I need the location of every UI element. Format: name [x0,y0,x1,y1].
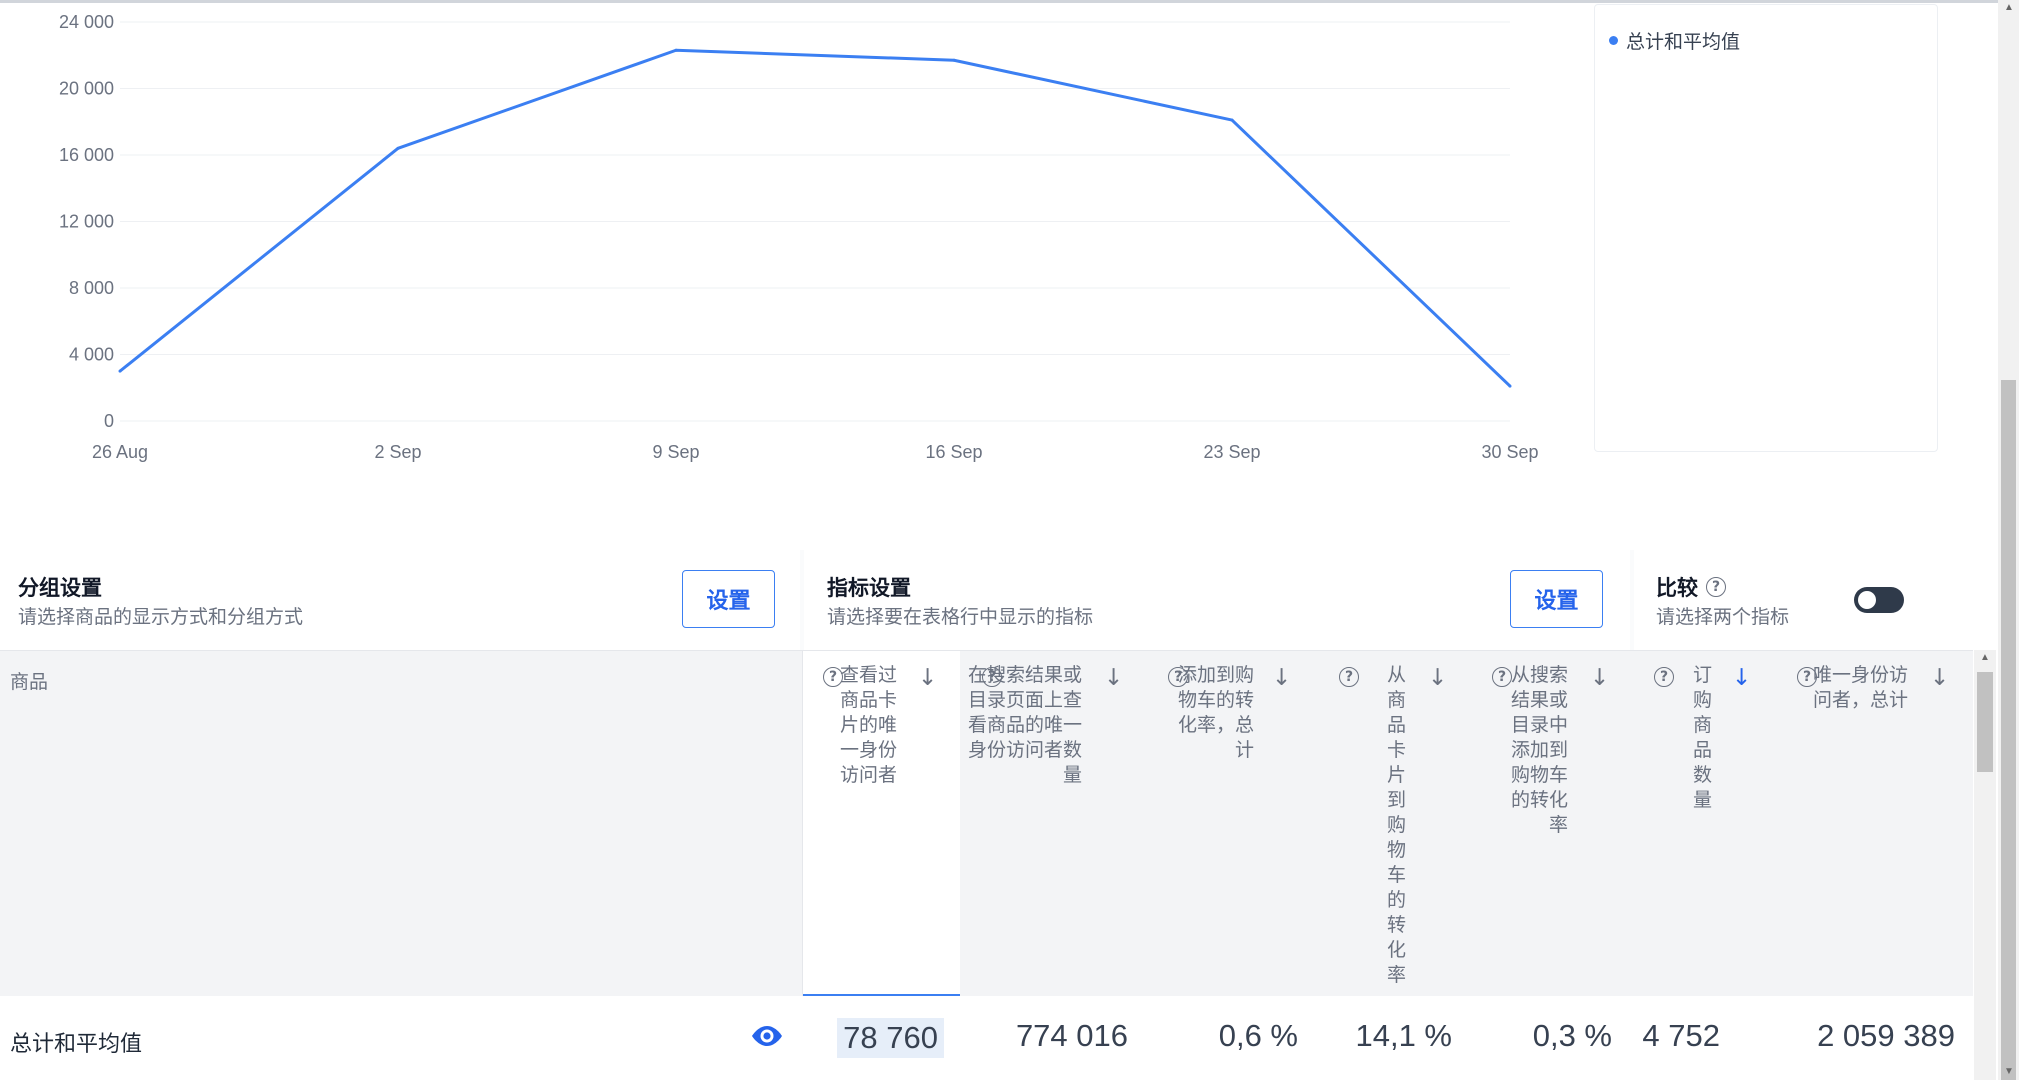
metric-column-header[interactable]: ? 在搜索结果或目录页面上查看商品的唯一身份访问者数量 ↓ [960,651,1146,997]
metrics-settings: 指标设置 请选择要在表格行中显示的指标 设置 [804,550,1630,650]
compare-title: 比较 [1656,577,1698,600]
metric-column-label: 添加到购物车的转化率，总计 [1177,665,1254,761]
grouping-title: 分组设置 [18,577,102,600]
x-tick-label: 26 Aug [92,442,148,462]
x-axis-ticks: 26 Aug 2 Sep 9 Sep 16 Sep 23 Sep 30 Sep [92,442,1539,462]
page-scroll-up-icon[interactable]: ▲ [2004,2,2014,13]
product-column-header[interactable]: 商品 [10,667,48,694]
total-value-cell: 2 059 389 [1817,1018,1955,1053]
data-point [1508,384,1512,388]
total-value-cell: 78 760 [837,1018,944,1058]
sort-arrow-icon[interactable]: ↓ [1930,665,1949,691]
total-value-cell: 14,1 % [1355,1018,1452,1053]
metric-column-header[interactable]: ? 订购商品数量 ↓ [1628,651,1768,997]
y-tick-label: 24 000 [59,12,114,32]
total-row: 总计和平均值 78 760 774 016 0,6 % 14,1 % 0,3 % 4 75… [0,996,1973,1080]
compare-toggle[interactable] [1854,587,1904,613]
data-point [118,369,122,373]
x-tick-label: 30 Sep [1481,442,1538,462]
metrics-title: 指标设置 [827,577,911,600]
page-scroll-thumb[interactable] [2001,380,2016,1080]
sort-arrow-icon[interactable]: ↓ [918,665,937,691]
metric-column-label: 在搜索结果或目录页面上查看商品的唯一身份访问者数量 [967,665,1082,786]
sort-arrow-icon[interactable]: ↓ [1104,665,1123,691]
line-chart: 24 000 20 000 16 000 12 000 8 000 4 000 0 26 A… [59,12,1539,462]
metrics-subtitle: 请选择要在表格行中显示的指标 [827,607,1094,628]
sort-arrow-icon[interactable]: ↓ [1590,665,1609,691]
y-tick-label: 12 000 [59,212,114,232]
metric-column-label: 唯一身份访问者，总计 [1812,665,1908,711]
compare-title-wrap: 比较 ? [1656,572,1726,602]
metric-column-label: 从搜索结果或目录中添加到购物车的转化率 [1510,665,1568,836]
chart-grid [120,21,1510,422]
eye-icon[interactable] [750,1024,784,1048]
legend-panel: 总计和平均值 [1594,4,1938,452]
chart-series [118,48,1512,388]
grouping-subtitle: 请选择商品的显示方式和分组方式 [18,607,304,628]
total-value-cell: 4 752 [1642,1018,1720,1053]
data-point [952,58,956,62]
total-value-cell: 0,6 % [1218,1018,1298,1053]
series-line [119,48,1512,388]
total-row-label: 总计和平均值 [10,1031,143,1056]
sort-arrow-icon[interactable]: ↓ [1428,665,1447,691]
scroll-up-icon[interactable]: ▲ [1980,652,1990,663]
table-scrollbar[interactable]: ▲ [1974,650,1996,1080]
page-scroll-down-icon[interactable]: ▼ [2004,1066,2014,1077]
metric-column-header[interactable]: ? 添加到购物车的转化率，总计 ↓ [1146,651,1316,997]
total-value-cell: 0,3 % [1532,1018,1612,1053]
help-icon[interactable]: ? [1706,577,1726,597]
grouping-settings: 分组设置 请选择商品的显示方式和分组方式 设置 [0,550,800,650]
settings-row: 分组设置 请选择商品的显示方式和分组方式 设置 指标设置 请选择要在表格行中显示… [0,550,1990,650]
table-scroll-thumb[interactable] [1977,672,1993,772]
y-tick-label: 0 [104,411,114,431]
legend-item[interactable]: 总计和平均值 [1609,27,1740,54]
total-value-cell: 774 016 [1015,1018,1128,1053]
data-point [396,146,400,150]
data-point [674,48,678,52]
y-tick-label: 8 000 [69,278,114,298]
metric-column-header[interactable]: ? 从搜索结果或目录中添加到购物车的转化率 ↓ [1468,651,1628,997]
compare-subtitle: 请选择两个指标 [1656,607,1790,628]
y-tick-label: 4 000 [69,345,114,365]
metric-column-label: 查看过商品卡片的唯一身份访问者 [839,665,897,786]
x-tick-label: 9 Sep [652,442,699,462]
page-scrollbar[interactable]: ▲ ▼ [1998,0,2019,1080]
legend-label: 总计和平均值 [1626,32,1741,53]
data-point [1230,118,1234,122]
x-tick-label: 16 Sep [925,442,982,462]
x-tick-label: 23 Sep [1203,442,1260,462]
legend-dot-icon [1609,36,1618,45]
y-tick-label: 20 000 [59,79,114,99]
metric-column-label: 从商品卡片到购物车的转化率 [1386,665,1406,986]
sort-arrow-icon[interactable]: ↓ [1272,665,1291,691]
toggle-knob [1858,591,1876,609]
y-axis-ticks: 24 000 20 000 16 000 12 000 8 000 4 000 0 [59,12,114,431]
table-header: 商品 ? 查看过商品卡片的唯一身份访问者 ↓? 在搜索结果或目录页面上查看商品的唯一身… [0,650,1973,997]
metric-column-header[interactable]: ? 唯一身份访问者，总计 ↓ [1768,651,1974,997]
metrics-setup-button[interactable]: 设置 [1510,570,1603,628]
help-icon[interactable]: ? [1339,667,1359,687]
metric-column-header[interactable]: ? 查看过商品卡片的唯一身份访问者 ↓ [802,651,960,997]
grouping-setup-button[interactable]: 设置 [682,570,775,628]
metric-column-label: 订购商品数量 [1692,665,1712,811]
help-icon[interactable]: ? [1654,667,1674,687]
compare-settings: 比较 ? 请选择两个指标 [1634,550,1990,650]
sort-arrow-icon[interactable]: ↓ [1732,665,1751,691]
x-tick-label: 2 Sep [374,442,421,462]
metric-column-header[interactable]: ? 从商品卡片到购物车的转化率 ↓ [1316,651,1468,997]
y-tick-label: 16 000 [59,145,114,165]
